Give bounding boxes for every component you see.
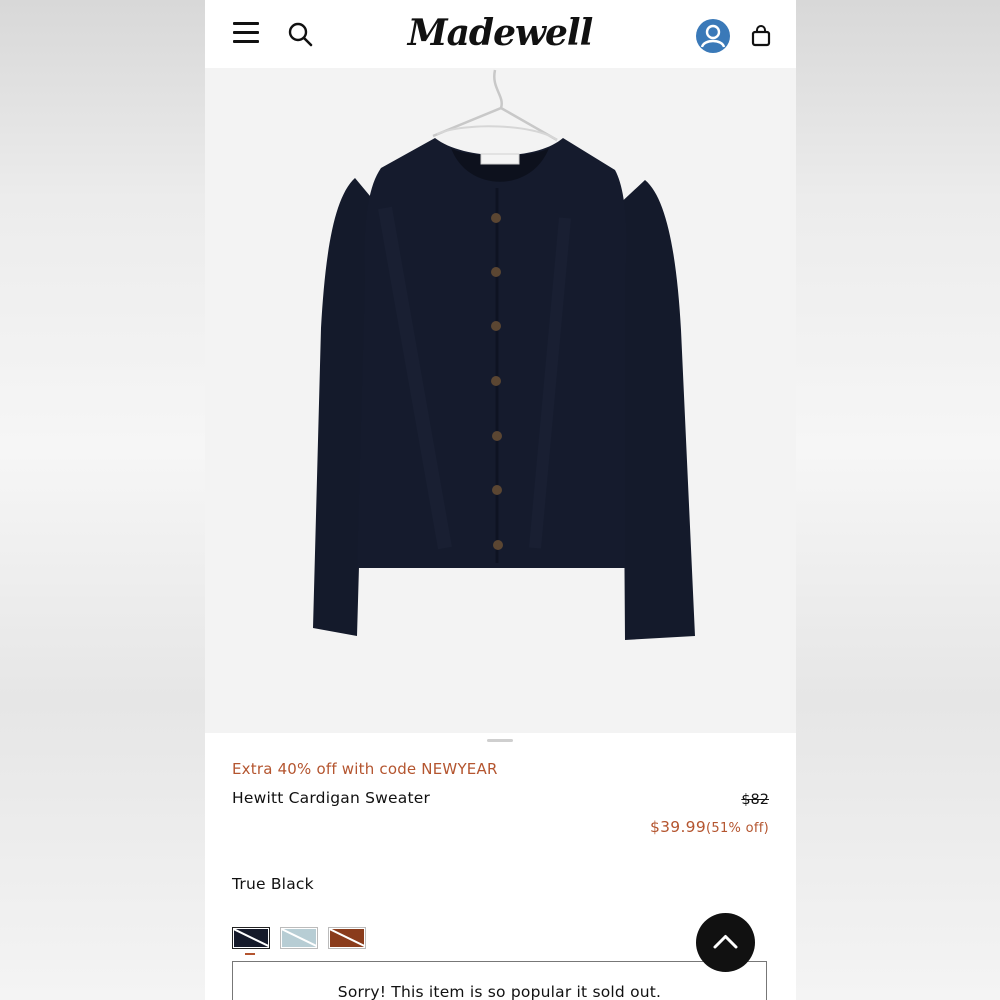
mobile-page: Madewell Extra 40% off with code NEWYEAR… bbox=[205, 0, 796, 1000]
sold-out-message: Sorry! This item is so popular it sold o… bbox=[337, 983, 662, 1000]
discount-percent: (51% off) bbox=[706, 821, 769, 836]
selected-color-name: True Black bbox=[232, 875, 314, 893]
chevron-up-icon bbox=[713, 935, 738, 949]
sold-out-box: Sorry! This item is so popular it sold o… bbox=[232, 961, 767, 1000]
carousel-indicator[interactable] bbox=[487, 739, 513, 742]
shopping-bag-icon[interactable] bbox=[751, 24, 771, 48]
search-icon[interactable] bbox=[287, 21, 313, 47]
swatch-true-black[interactable] bbox=[232, 927, 270, 949]
swatch-rust[interactable] bbox=[328, 927, 366, 949]
scroll-to-top-button[interactable] bbox=[696, 913, 755, 972]
original-price: $82 bbox=[741, 792, 769, 808]
promo-text: Extra 40% off with code NEWYEAR bbox=[232, 760, 498, 778]
cardigan-photo bbox=[313, 69, 695, 640]
hamburger-menu-icon[interactable] bbox=[233, 22, 259, 44]
madewell-logo[interactable]: Madewell bbox=[405, 10, 595, 56]
account-avatar-icon[interactable] bbox=[695, 18, 731, 54]
product-name: Hewitt Cardigan Sweater bbox=[232, 789, 431, 807]
background-left bbox=[0, 0, 205, 1000]
background-right bbox=[796, 0, 1000, 1000]
swatch-light-blue[interactable] bbox=[280, 927, 318, 949]
site-header: Madewell bbox=[205, 0, 796, 68]
product-image[interactable] bbox=[205, 68, 796, 733]
sale-price-group: $39.99(51% off) bbox=[650, 818, 769, 836]
sale-price: $39.99 bbox=[649, 818, 707, 836]
selected-swatch-indicator bbox=[245, 953, 255, 955]
